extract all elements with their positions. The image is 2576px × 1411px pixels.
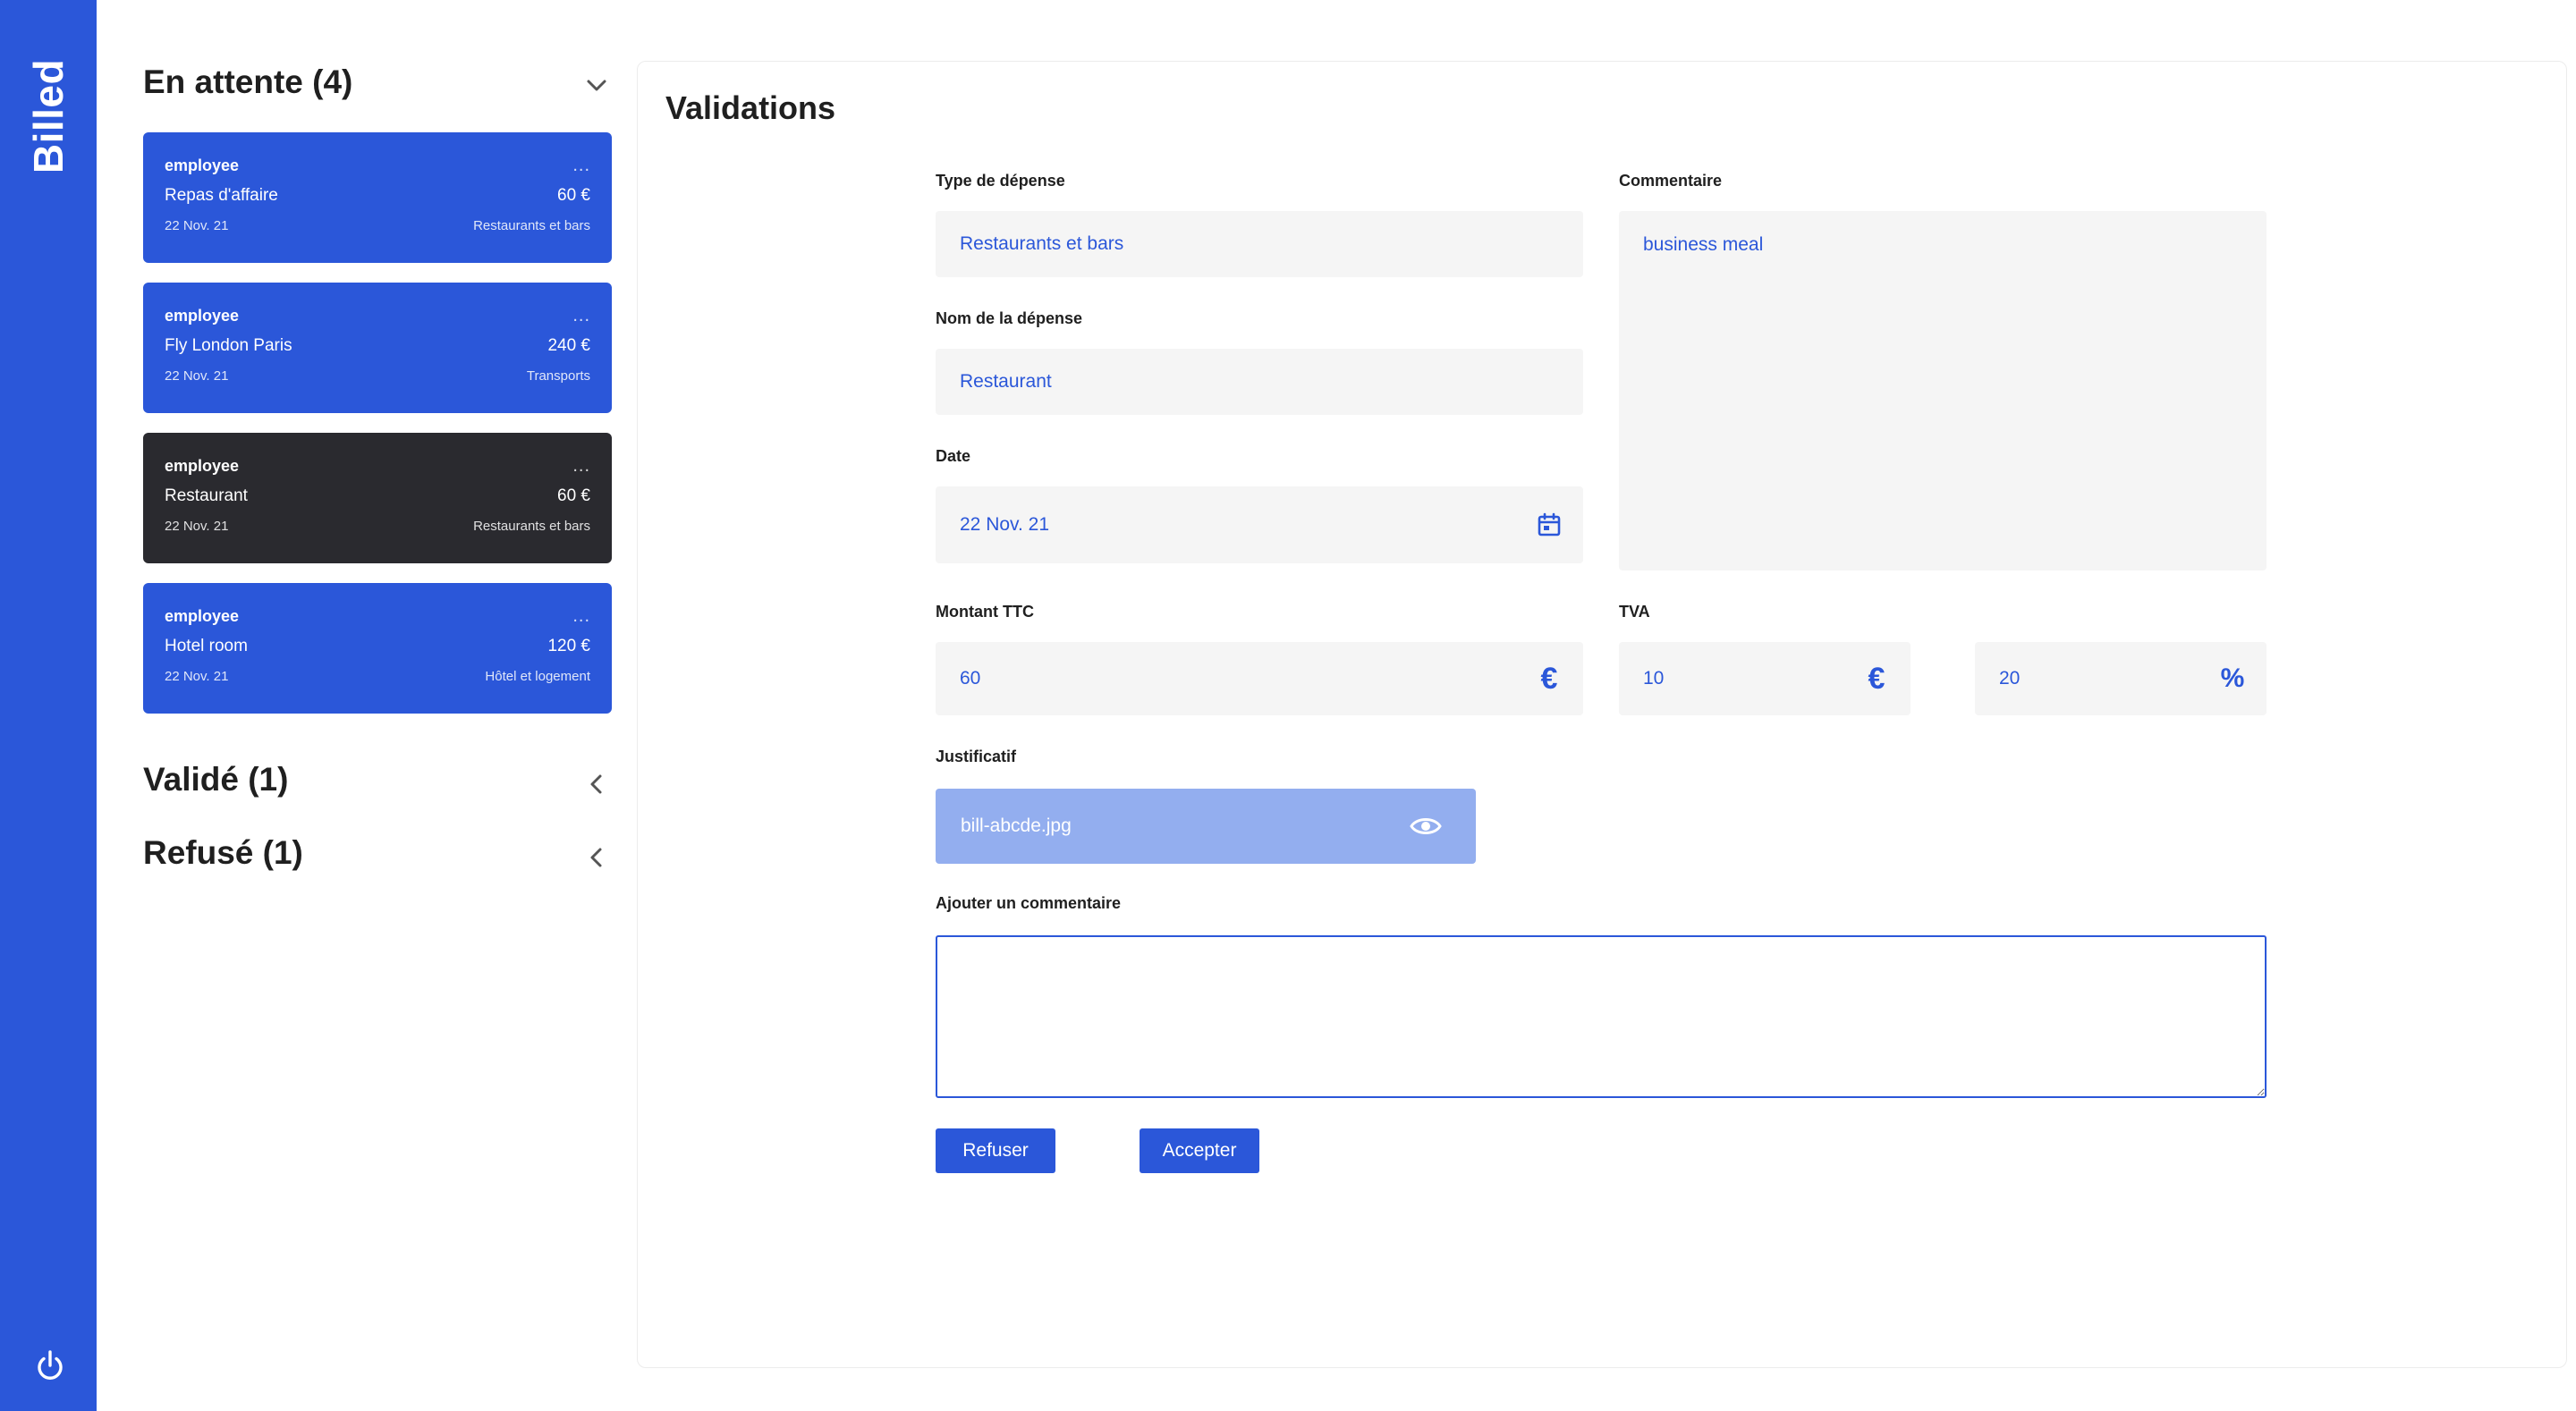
validation-panel xyxy=(637,61,2567,1368)
comment-label: Commentaire xyxy=(1619,172,1723,190)
bill-email: employee xyxy=(165,607,240,625)
expense-name-value: Restaurant xyxy=(960,371,1052,392)
vat-percent-field: 20 % xyxy=(1975,642,2267,715)
percent-icon: % xyxy=(2220,663,2245,693)
calendar-icon xyxy=(1522,486,1576,563)
section-refused-header[interactable]: Refusé (1) xyxy=(143,826,612,880)
bill-type: Transports xyxy=(526,368,590,384)
expense-type-field: Restaurants et bars xyxy=(936,211,1583,277)
vertical-navbar: Billed xyxy=(0,0,97,1411)
eye-icon[interactable] xyxy=(1399,789,1453,864)
section-pending-header[interactable]: En attente (4) xyxy=(143,55,612,109)
page-title: Validations xyxy=(665,89,836,126)
date-value: 22 Nov. 21 xyxy=(960,514,1050,535)
expense-name-field: Restaurant xyxy=(936,349,1583,415)
comment-field: business meal xyxy=(1619,211,2267,570)
date-field: 22 Nov. 21 xyxy=(936,486,1583,563)
expense-name-label: Nom de la dépense xyxy=(936,309,1083,327)
bill-amount: 240 € xyxy=(547,336,590,355)
euro-icon: € xyxy=(1540,662,1558,696)
vat-amount-value: 10 xyxy=(1643,668,1665,689)
bill-name: Repas d'affaire xyxy=(165,186,278,205)
section-pending-title: En attente (4) xyxy=(143,63,353,100)
add-comment-label: Ajouter un commentaire xyxy=(936,894,1122,912)
bill-email: employee xyxy=(165,156,240,174)
comment-value: business meal xyxy=(1643,234,1764,255)
bill-date: 22 Nov. 21 xyxy=(165,218,229,233)
bills-column: En attente (4) employee... Repas d'affai… xyxy=(143,0,612,1411)
date-label: Date xyxy=(936,447,971,465)
refuse-button[interactable]: Refuser xyxy=(936,1128,1055,1173)
bill-name: Fly London Paris xyxy=(165,336,292,355)
bill-amount: 60 € xyxy=(557,186,590,205)
bill-date: 22 Nov. 21 xyxy=(165,519,229,534)
section-validated-title: Validé (1) xyxy=(143,761,289,798)
vat-percent-value: 20 xyxy=(1999,668,2021,689)
bill-type: Restaurants et bars xyxy=(473,519,590,534)
amount-label: Montant TTC xyxy=(936,603,1034,621)
bill-name: Restaurant xyxy=(165,486,248,505)
expense-type-value: Restaurants et bars xyxy=(960,233,1124,254)
more-icon: ... xyxy=(572,606,590,626)
more-icon: ... xyxy=(572,456,590,476)
vat-amount-field: 10 € xyxy=(1619,642,1911,715)
euro-icon: € xyxy=(1868,662,1885,696)
bill-date: 22 Nov. 21 xyxy=(165,368,229,384)
logout-power-icon[interactable] xyxy=(32,1348,68,1384)
section-refused-title: Refusé (1) xyxy=(143,834,303,871)
bill-card[interactable]: employee... Repas d'affaire 60 € 22 Nov. … xyxy=(143,132,612,263)
bill-amount: 60 € xyxy=(557,486,590,505)
more-icon: ... xyxy=(572,306,590,325)
bill-email: employee xyxy=(165,307,240,325)
bill-card[interactable]: employee... Fly London Paris 240 € 22 Nov… xyxy=(143,283,612,413)
chevron-left-icon[interactable] xyxy=(581,769,612,799)
bill-date: 22 Nov. 21 xyxy=(165,669,229,684)
bill-email: employee xyxy=(165,457,240,475)
amount-field: 60 € xyxy=(936,642,1583,715)
bill-name: Hotel room xyxy=(165,637,248,655)
bill-card-selected[interactable]: employee... Restaurant 60 € 22 Nov. 21 Res… xyxy=(143,433,612,563)
bill-type: Restaurants et bars xyxy=(473,218,590,233)
amount-value: 60 xyxy=(960,668,981,689)
bill-amount: 120 € xyxy=(547,637,590,655)
chevron-left-icon[interactable] xyxy=(581,842,612,873)
section-validated-header[interactable]: Validé (1) xyxy=(143,753,612,807)
accept-button[interactable]: Accepter xyxy=(1140,1128,1259,1173)
more-icon: ... xyxy=(572,156,590,175)
add-comment-textarea[interactable] xyxy=(936,935,2267,1098)
brand-logo: Billed xyxy=(25,58,72,174)
bill-card[interactable]: employee... Hotel room 120 € 22 Nov. 21 Hô… xyxy=(143,583,612,714)
proof-label: Justificatif xyxy=(936,748,1017,765)
chevron-down-icon[interactable] xyxy=(581,71,612,101)
expense-type-label: Type de dépense xyxy=(936,172,1065,190)
vat-label: TVA xyxy=(1619,603,1650,621)
bill-type: Hôtel et logement xyxy=(485,669,590,684)
proof-file-name: bill-abcde.jpg xyxy=(961,815,1072,836)
proof-file-field: bill-abcde.jpg xyxy=(936,789,1476,864)
